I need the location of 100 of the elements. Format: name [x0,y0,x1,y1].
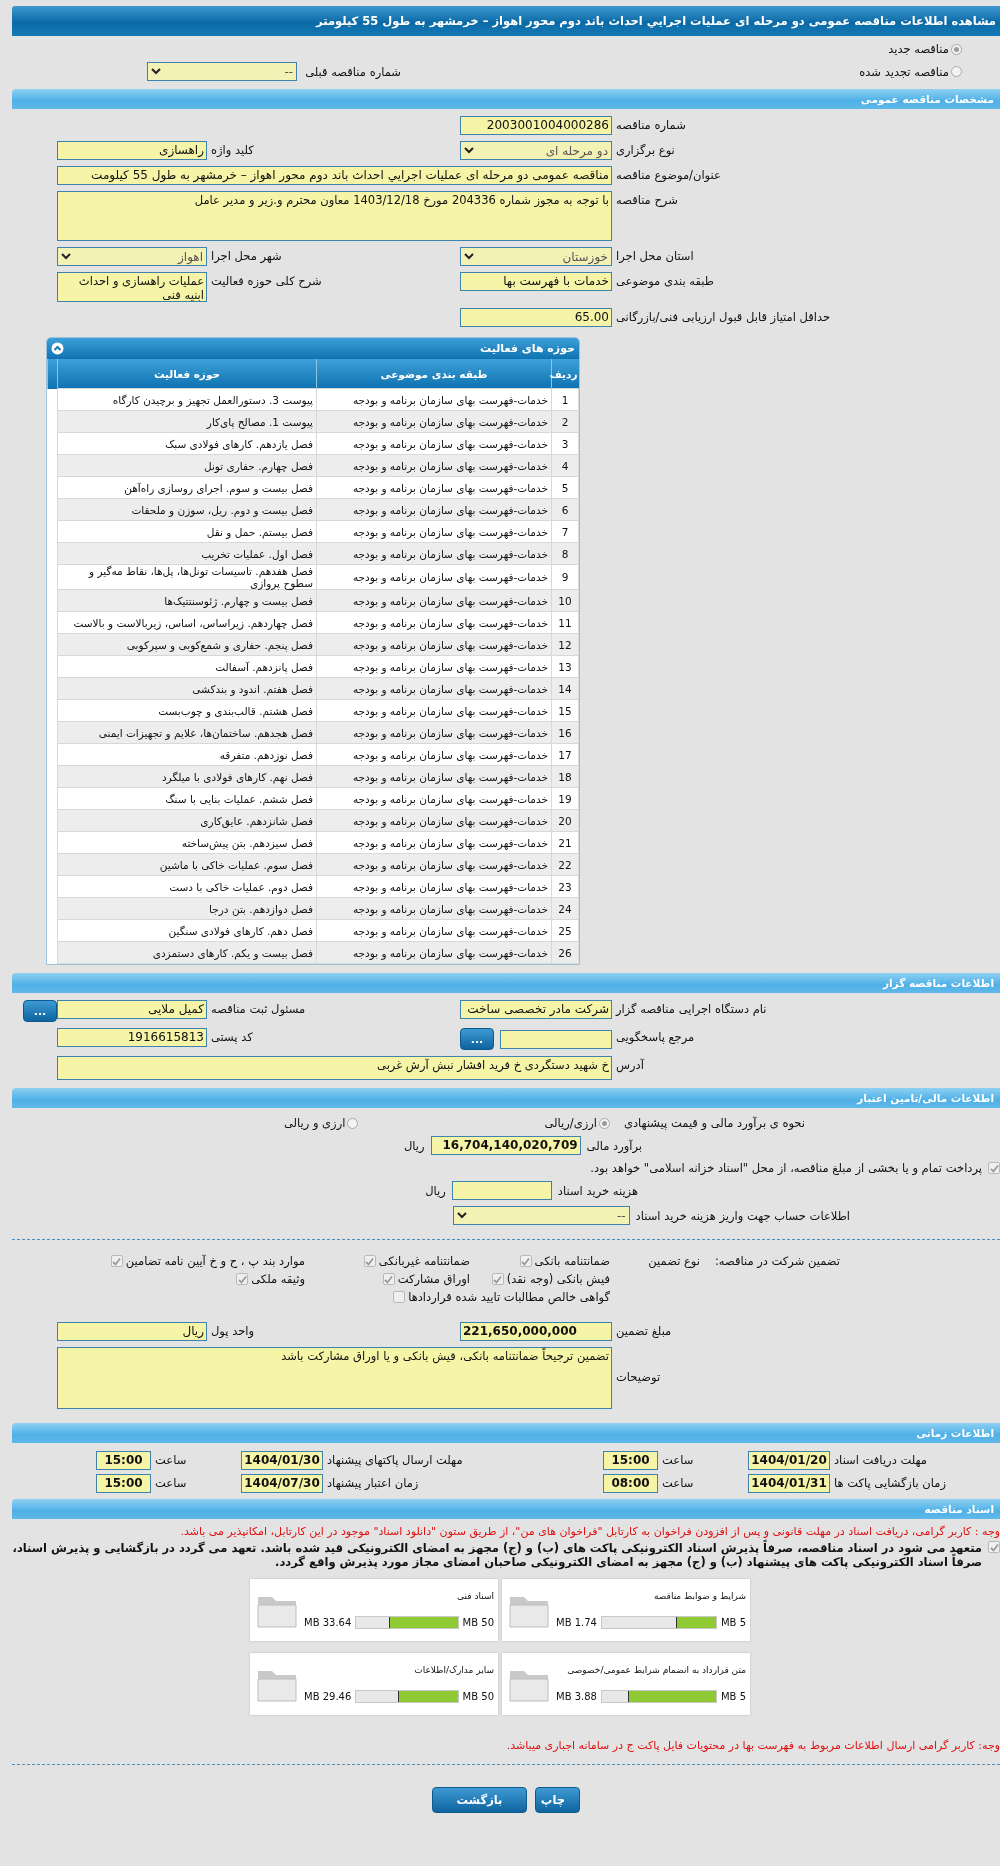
text-field[interactable]: مناقصه عمومی دو مرحله ای عملیات اجرایي احداث باند دوم محور اهواز – خرمشهر به طول 55 کیلومت [57,166,612,185]
text-field[interactable] [500,1029,612,1049]
back-button[interactable]: بازگشت [432,1787,527,1813]
field-label: مبلغ تضمین [615,1323,673,1340]
radio-option[interactable]: مناقصه جدید [521,42,1000,56]
section-header: اسناد مناقصه [12,1499,1000,1519]
field-label: مهلت دریافت اسناد [833,1452,928,1469]
table-cell: 13 [551,655,579,678]
table-cell: خدمات-فهرست بهای سازمان برنامه و بودجه [316,611,552,634]
text-field[interactable]: ریال [57,1322,207,1341]
panel-title: حوزه های فعالیت [480,342,575,355]
text-field[interactable]: 65.00 [460,308,612,327]
text-field[interactable]: راهسازی [57,141,207,160]
checkbox[interactable] [988,1162,1000,1174]
browse-button[interactable]: ... [460,1028,494,1050]
radio-option[interactable]: ارزی/ریالی [544,1116,618,1130]
field-label: ساعت [154,1475,188,1492]
table-cell: 6 [551,498,579,521]
text-field[interactable]: 1404/07/30 [241,1474,323,1493]
text-field[interactable]: 1916615813 [57,1028,207,1047]
print-button[interactable]: چاپ [535,1787,580,1813]
size-limit: 50 MB [462,1691,494,1703]
checkbox[interactable] [393,1291,406,1303]
table-cell: 15 [551,699,579,722]
checkbox-label: ضمانتنامه غیربانکی [378,1254,470,1268]
checkbox[interactable] [363,1255,376,1267]
table-cell: فصل هشتم. قالب‌بندی و چوب‌بست [57,699,317,722]
text-area[interactable]: تضمین ترجیحاً ضمانتنامه بانکی، فیش بانکی و یا اوراق مشارکت باشد [57,1347,612,1409]
field-label: شرح کلی حوزه فعالیت [210,273,323,290]
checkbox[interactable] [988,1541,1000,1553]
table-cell: فصل دوازدهم. بتن درجا [57,897,317,920]
table-cell: خدمات-فهرست بهای سازمان برنامه و بودجه [316,897,552,920]
size-limit: 5 MB [720,1617,746,1629]
text-field[interactable]: شرکت مادر تخصصی ساخت [460,1000,612,1019]
text-area[interactable]: عملیات راهسازی و احداث ابنیه فنی [57,272,207,302]
text-area[interactable]: خ شهید دستگردی خ فرید افشار نبش آرش غربی [57,1056,612,1080]
table-cell: فصل هفدهم. تاسیسات تونل‌ها، پل‌ها، نقاط مه‌گیر و سطوح پروازی [57,564,317,590]
checkbox[interactable] [382,1273,395,1285]
checkbox-label: وثیقه ملکی [251,1272,305,1286]
select-field[interactable]: خوزستان [460,247,612,266]
text-field[interactable]: 15:00 [603,1451,658,1470]
text-field[interactable]: 16,704,140,020,709 [430,1136,581,1155]
field-label: هزینه خرید اسناد [557,1183,638,1198]
field-label: زمان بازگشایی پاکت ها [833,1475,947,1492]
text-area[interactable]: با توجه به مجوز شماره 204336 مورخ 1403/12/18 معاون محترم و.زیر و مدیر عامل [57,191,612,241]
table-cell: فصل چهارم. حفاری تونل [57,454,317,477]
table-cell: فصل شانزدهم. عایق‌کاری [57,809,317,832]
collapse-icon[interactable] [51,342,64,355]
text-field[interactable]: 08:00 [603,1474,658,1493]
text-field[interactable]: 1404/01/30 [241,1451,323,1470]
table-cell: خدمات-فهرست بهای سازمان برنامه و بودجه [316,875,552,898]
checkbox[interactable] [236,1273,249,1285]
table-cell: 23 [551,875,579,898]
field-label: ساعت [661,1452,695,1469]
document-name: متن قرارداد به انضمام شرایط عمومی/خصوصی [566,1664,746,1675]
browse-button[interactable]: ... [23,1000,57,1022]
text-field[interactable]: 15:00 [96,1474,151,1493]
radio-option[interactable]: مناقصه تجدید شده [521,64,1000,79]
table-cell: 5 [551,476,579,499]
text-field[interactable]: 221,650,000,000 [460,1322,612,1341]
table-cell: خدمات-فهرست بهای سازمان برنامه و بودجه [316,765,552,788]
text-field[interactable]: 1404/01/31 [748,1474,830,1493]
field-label: نام دستگاه اجرایی مناقصه گزار [614,1001,768,1018]
checkbox-label: فیش بانکی (وجه نقد) [506,1272,610,1286]
radio-option[interactable]: ارزی و ریالی [283,1116,539,1130]
text-field[interactable]: 15:00 [96,1451,151,1470]
chevron-down-icon [456,1212,467,1219]
text-field[interactable] [451,1181,552,1200]
table-cell: فصل ششم. عملیات بنایی با سنگ [57,787,317,810]
text-field[interactable]: خدمات با فهرست بها [460,272,612,291]
table-cell: خدمات-فهرست بهای سازمان برنامه و بودجه [316,432,552,455]
table-cell: خدمات-فهرست بهای سازمان برنامه و بودجه [316,853,552,876]
section-header: اطلاعات مناقصه گزار [12,973,1000,993]
table-cell: 18 [551,765,579,788]
select-field[interactable]: دو مرحله ای [460,141,612,160]
text-field[interactable]: 1404/01/20 [748,1451,830,1470]
table-cell: 14 [551,677,579,700]
table-cell: فصل سوم. عملیات خاکی با ماشین [57,853,317,876]
checkbox[interactable] [110,1255,123,1267]
size-limit: 50 MB [462,1617,494,1629]
table-cell: 11 [551,611,579,634]
table-cell: فصل اول. عملیات تخریب [57,542,317,565]
field-label: زمان اعتبار پیشنهاد [326,1475,420,1492]
table-cell: فصل یازدهم. کارهای فولادی سبک [57,432,317,455]
checkbox[interactable] [491,1273,504,1285]
text-field[interactable]: کمیل ملایی [57,1000,207,1019]
field-label: مرجع پاسخگویی [615,1029,696,1046]
table-cell: خدمات-فهرست بهای سازمان برنامه و بودجه [316,564,552,590]
text-field[interactable]: 2003001004000286 [460,116,612,135]
checkbox[interactable] [519,1255,532,1267]
select-field[interactable]: -- [452,1206,630,1225]
field-label: اطلاعات حساب جهت واریز هزینه خرید اسناد [635,1208,850,1223]
table-cell: 20 [551,809,579,832]
select-field[interactable]: اهواز [57,247,207,266]
table-cell: 16 [551,721,579,744]
field-label: نوع برگزاری [615,142,676,159]
size-used: 29.46 MB [304,1691,352,1703]
section-header: مشخصات مناقصه عمومی [12,89,1000,109]
table-cell: فصل بیست و سوم. اجرای روسازی راه‌آهن [57,476,317,499]
select-field[interactable]: -- [147,62,298,81]
